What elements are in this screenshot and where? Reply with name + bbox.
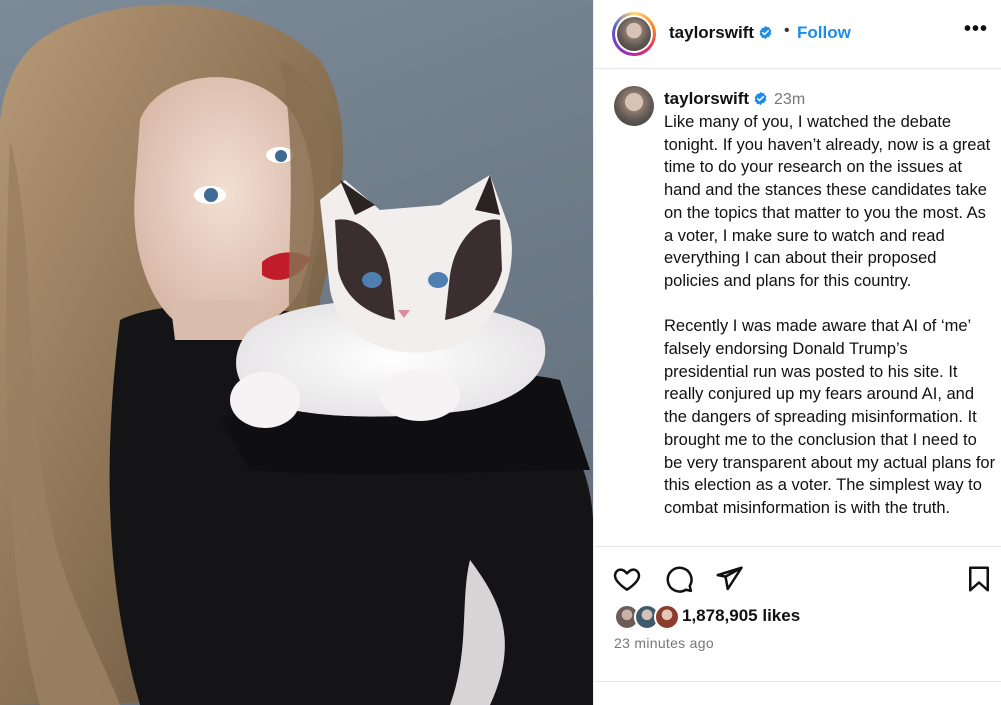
post-timestamp[interactable]: 23 minutes ago [614,635,714,651]
caption-paragraph: Recently I was made aware that AI of ‘me… [664,317,996,517]
caption-time: 23m [774,91,806,108]
paper-plane-icon[interactable] [714,564,744,594]
header-username-group: taylorswift [669,23,773,43]
header-username[interactable]: taylorswift [669,23,754,42]
caption-text: Like many of you, I watched the debate t… [664,111,996,520]
bookmark-icon[interactable] [964,564,994,594]
verified-badge-icon [754,91,767,106]
divider [594,681,1001,682]
post-sidebar: taylorswift • Follow ••• taylorswift 23m … [593,0,1001,705]
avatar [654,604,680,630]
verified-badge-icon [759,25,772,40]
caption-avatar[interactable] [614,86,654,126]
caption-username[interactable]: taylorswift [664,89,749,108]
caption-section: taylorswift 23m Like many of you, I watch… [594,69,1001,546]
heart-icon[interactable] [612,564,642,594]
likes-count[interactable]: 1,878,905 likes [682,606,800,626]
caption-paragraph: Like many of you, I watched the debate t… [664,113,991,290]
divider [594,546,1001,547]
post-photo[interactable] [0,0,593,705]
post-photo-illustration [0,4,593,705]
header-avatar[interactable] [612,12,656,56]
header-separator: • [784,22,790,39]
post-header: taylorswift • Follow ••• [594,0,1001,69]
follow-button[interactable]: Follow [797,23,851,43]
more-options-button[interactable]: ••• [964,18,988,41]
caption-header: taylorswift 23m [664,89,805,109]
comment-icon[interactable] [664,564,694,594]
action-bar [594,560,1001,600]
avatar-image [617,17,651,51]
